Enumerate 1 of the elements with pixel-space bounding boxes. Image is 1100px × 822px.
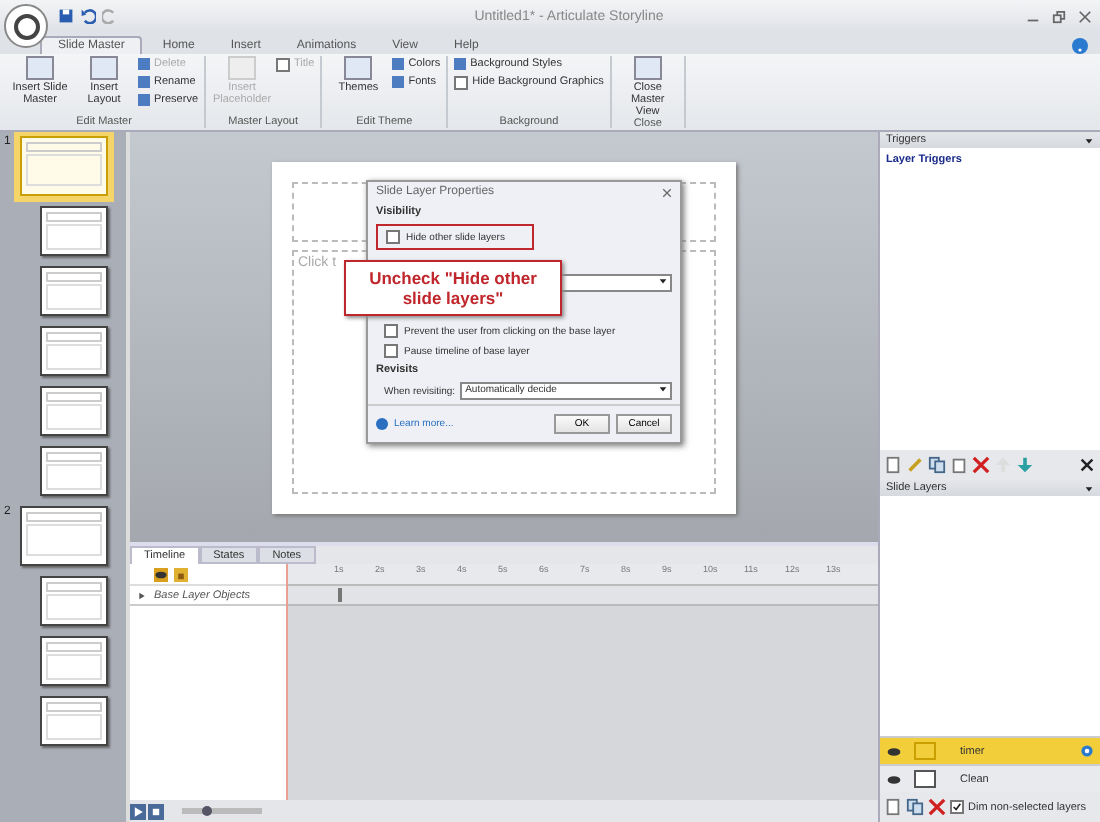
callout-tooltip: Uncheck "Hide other slide layers"	[344, 260, 562, 317]
